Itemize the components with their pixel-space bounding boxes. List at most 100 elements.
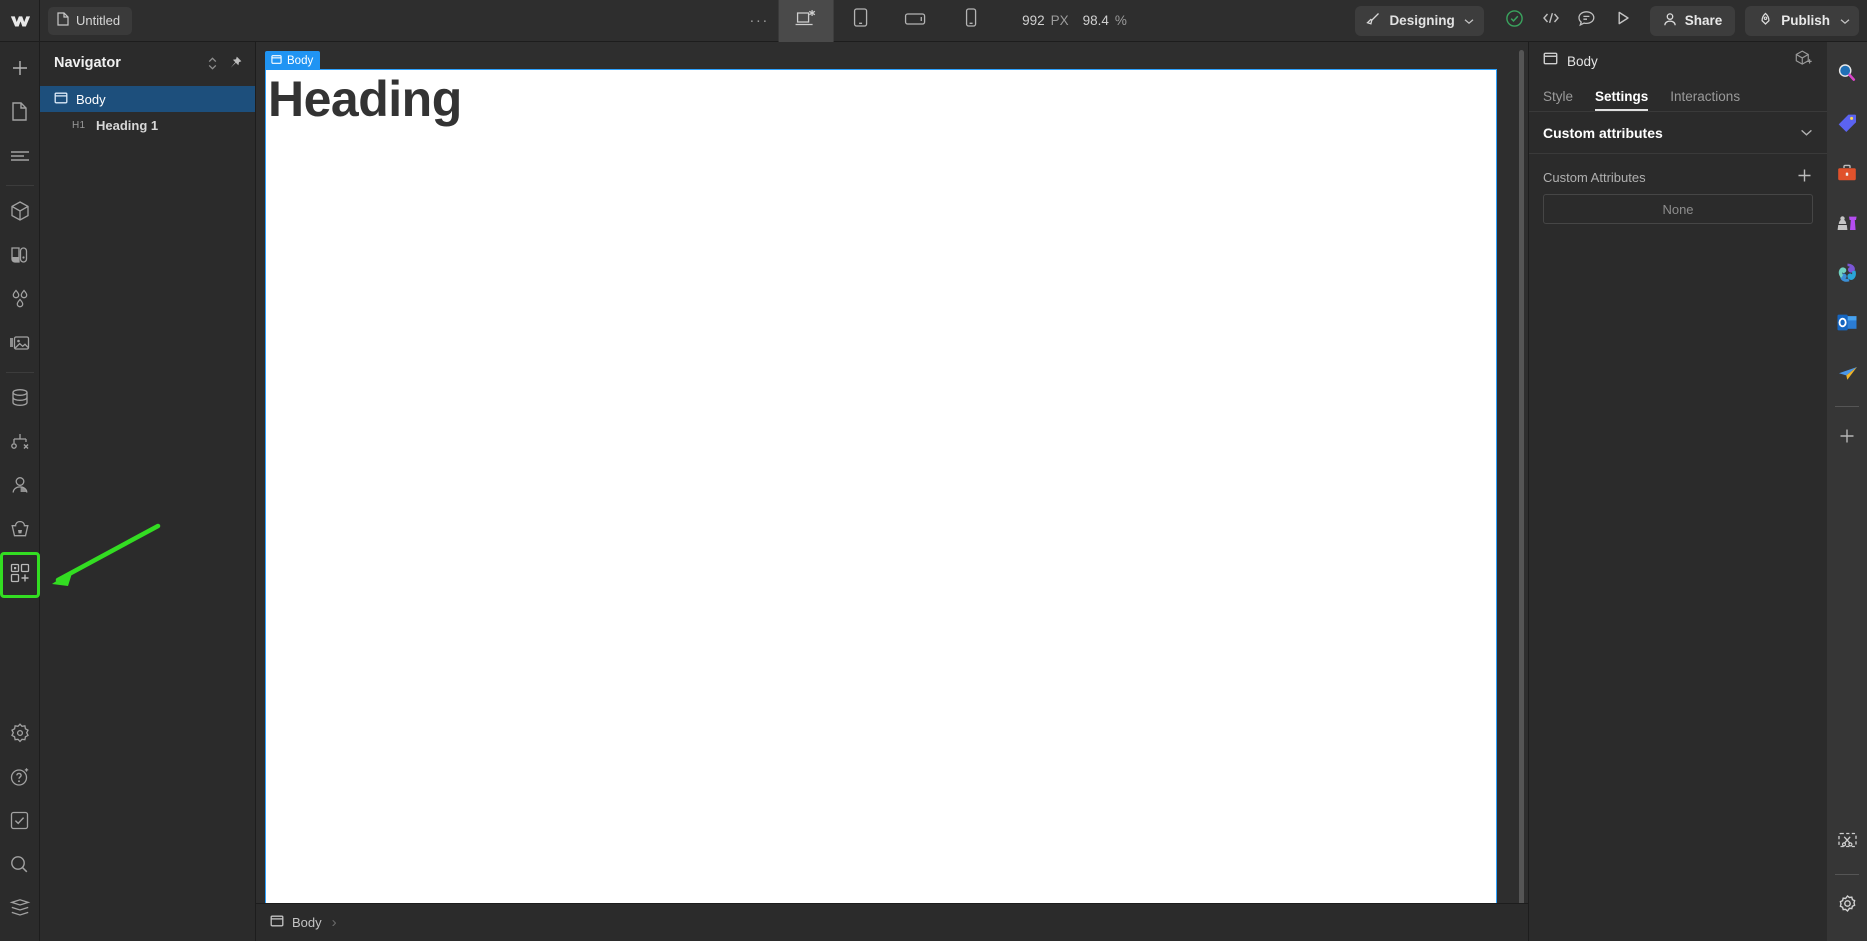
m365-loop-icon	[1836, 261, 1859, 289]
sidebar-item-pages[interactable]	[3, 92, 37, 136]
viewport-mobile-landscape-button[interactable]	[888, 0, 943, 42]
canvas-size-readout[interactable]: 992 PX 98.4 %	[1022, 13, 1127, 28]
mode-label: Designing	[1389, 13, 1454, 28]
send-extension-button[interactable]	[1830, 350, 1864, 400]
sort-updown-icon[interactable]	[206, 55, 219, 72]
sidebar-item-help[interactable]	[3, 757, 37, 801]
sidebar-item-assets[interactable]	[3, 323, 37, 367]
webflow-logo-icon[interactable]	[0, 0, 40, 42]
share-button[interactable]: Share	[1650, 6, 1736, 36]
blue-tag-icon	[1836, 112, 1858, 139]
sidebar-item-ecommerce[interactable]	[3, 510, 37, 554]
paper-plane-icon	[1836, 363, 1859, 388]
preview-button[interactable]	[1606, 0, 1640, 42]
custom-attributes-section-header[interactable]: Custom attributes	[1529, 112, 1827, 154]
cube-plus-icon[interactable]	[1794, 49, 1813, 73]
viewport-desktop-button[interactable]	[778, 0, 833, 42]
custom-attributes-row-label: Custom Attributes	[1543, 170, 1796, 185]
plus-icon	[1837, 426, 1857, 451]
chevron-down-icon	[1464, 13, 1474, 28]
sidebar-item-components[interactable]	[3, 191, 37, 235]
sidebar-item-style-selectors[interactable]	[3, 235, 37, 279]
sidebar-item-search[interactable]	[3, 845, 37, 889]
canvas-area: Body Heading Body ›	[256, 42, 1528, 941]
browser-extension-rail	[1827, 42, 1867, 941]
add-components-grid-icon	[9, 562, 31, 589]
canvas-scrollbar[interactable]	[1519, 50, 1524, 903]
more-options-button[interactable]: ···	[740, 0, 778, 42]
chevron-down-icon[interactable]	[1800, 124, 1813, 142]
mobile-portrait-icon	[963, 7, 979, 34]
gear-icon	[1836, 892, 1859, 920]
sidebar-item-logic[interactable]	[3, 422, 37, 466]
breadcrumb-item-body[interactable]: Body	[270, 914, 322, 931]
tag-extension-button[interactable]	[1830, 100, 1864, 150]
mode-selector-designing[interactable]: Designing	[1355, 6, 1483, 36]
canvas-heading-1[interactable]: Heading	[266, 70, 1496, 128]
cube-icon	[9, 200, 31, 227]
body-box-icon	[54, 91, 68, 108]
rail-divider	[6, 372, 34, 373]
sidebar-item-apps-and-integrations[interactable]	[2, 554, 38, 596]
navigator-title: Navigator	[54, 55, 198, 71]
ext-rail-divider	[1835, 406, 1859, 407]
paintbrush-icon	[1366, 12, 1380, 29]
custom-attributes-empty-label: None	[1662, 202, 1693, 217]
navigator-item-label: Heading 1	[96, 118, 158, 133]
navigator-tree: Body H1 Heading 1	[40, 84, 255, 138]
question-sparkle-icon	[9, 766, 31, 793]
comments-button[interactable]	[1570, 0, 1604, 42]
add-extension-button[interactable]	[1830, 413, 1864, 463]
publish-button[interactable]: Publish	[1745, 6, 1859, 36]
canvas-viewport: Body Heading	[256, 42, 1528, 903]
viewport-tablet-button[interactable]	[833, 0, 888, 42]
plus-icon[interactable]	[1796, 167, 1813, 187]
canvas-width-value: 992	[1022, 13, 1045, 28]
magnifier-icon	[9, 854, 30, 880]
ellipsis-icon: ···	[749, 12, 769, 29]
sidebar-item-libraries[interactable]	[3, 889, 37, 933]
canvas-selection-badge[interactable]: Body	[265, 51, 320, 70]
navigator-lines-icon	[9, 149, 31, 168]
snip-scissors-icon	[1836, 830, 1859, 857]
microsoft-365-button[interactable]	[1830, 250, 1864, 300]
browser-search-button[interactable]	[1830, 50, 1864, 100]
custom-attributes-empty-state[interactable]: None	[1543, 194, 1813, 224]
save-status-button[interactable]	[1498, 0, 1532, 42]
tab-interactions[interactable]: Interactions	[1670, 89, 1740, 111]
toolbar-center-group: ···	[740, 0, 1127, 42]
navigator-item-heading-1[interactable]: H1 Heading 1	[40, 112, 255, 138]
sidebar-item-add-elements[interactable]	[3, 48, 37, 92]
sidebar-item-audit[interactable]	[3, 801, 37, 845]
settings-panel-header: Body	[1529, 42, 1827, 80]
sidebar-item-settings[interactable]	[3, 713, 37, 757]
outlook-button[interactable]	[1830, 300, 1864, 350]
user-icon	[10, 475, 30, 502]
page-icon	[57, 12, 69, 29]
screenshot-snip-button[interactable]	[1830, 818, 1864, 868]
canvas-body-element[interactable]: Body Heading	[266, 70, 1496, 903]
magnifier-pink-icon	[1836, 62, 1858, 89]
tab-style[interactable]: Style	[1543, 89, 1573, 111]
sidebar-item-navigator[interactable]	[3, 136, 37, 180]
navigator-item-body[interactable]: Body	[40, 86, 255, 112]
rocket-icon	[1758, 12, 1773, 30]
toolbar-left-group: Untitled	[40, 7, 132, 35]
browser-settings-button[interactable]	[1830, 881, 1864, 931]
sidebar-item-variables[interactable]	[3, 279, 37, 323]
tablet-icon	[852, 7, 870, 34]
body-box-icon	[271, 54, 282, 68]
sidebar-item-cms[interactable]	[3, 378, 37, 422]
pin-icon[interactable]	[227, 55, 243, 71]
work-profile-button[interactable]	[1830, 150, 1864, 200]
chess-pieces-icon	[1835, 212, 1859, 239]
code-export-button[interactable]	[1534, 0, 1568, 42]
page-selector-chip[interactable]: Untitled	[48, 7, 132, 35]
sidebar-item-users[interactable]	[3, 466, 37, 510]
breadcrumb-item-label: Body	[292, 915, 322, 930]
share-label: Share	[1685, 13, 1723, 28]
play-triangle-icon	[1614, 9, 1632, 32]
chess-extension-button[interactable]	[1830, 200, 1864, 250]
viewport-mobile-portrait-button[interactable]	[943, 0, 998, 42]
tab-settings[interactable]: Settings	[1595, 89, 1648, 111]
